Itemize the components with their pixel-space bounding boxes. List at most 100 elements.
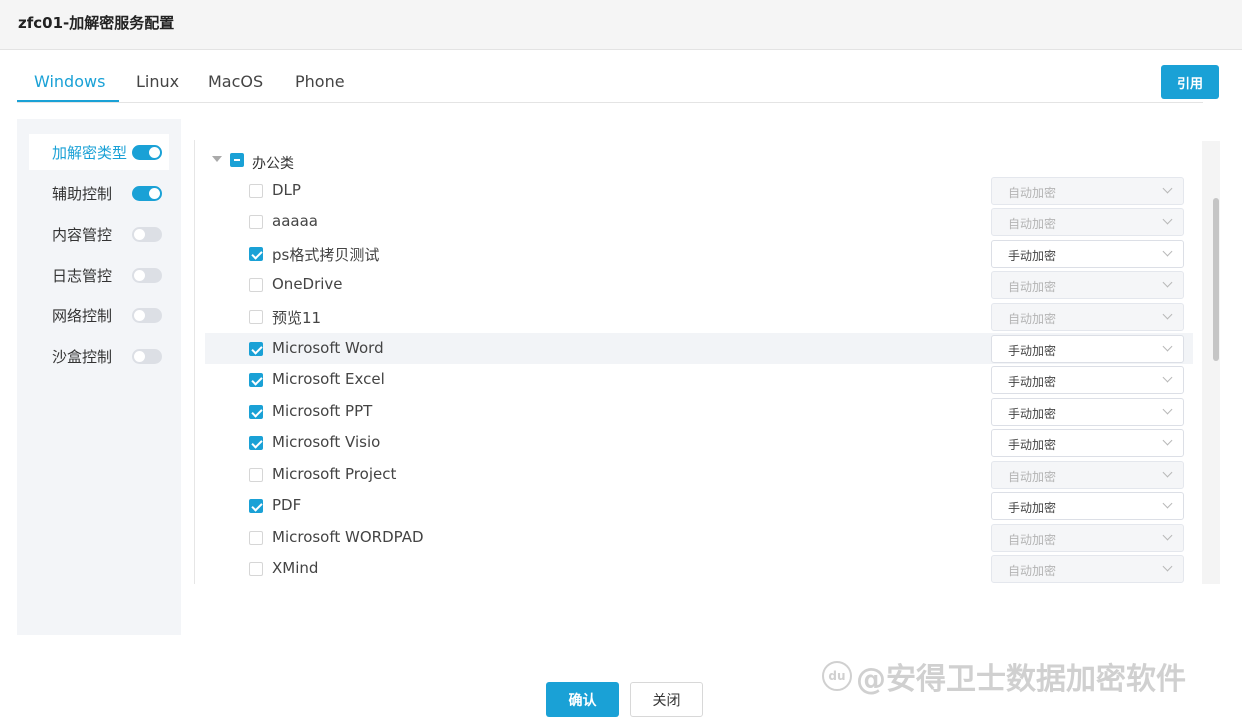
sidebar-item[interactable]: 内容管控 <box>29 216 169 252</box>
row-checkbox[interactable] <box>249 215 263 229</box>
row-label: Microsoft PPT <box>272 402 373 420</box>
encrypt-mode-select[interactable]: 自动加密 <box>991 271 1184 299</box>
tree-row[interactable]: Microsoft Visio 手动加密 <box>205 427 1193 458</box>
row-checkbox[interactable] <box>249 373 263 387</box>
dialog-header: zfc01-加解密服务配置 <box>0 0 1242 50</box>
row-label: PDF <box>272 496 302 514</box>
row-label: XMind <box>272 559 319 577</box>
tab-macos[interactable]: MacOS <box>208 72 263 91</box>
tree-row[interactable]: ps格式拷贝测试 手动加密 <box>205 238 1193 269</box>
sidebar-item[interactable]: 辅助控制 <box>29 175 169 211</box>
row-checkbox[interactable] <box>249 247 263 261</box>
close-button[interactable]: 关闭 <box>630 682 703 717</box>
tree-group-row[interactable]: 办公类 <box>205 147 1193 173</box>
row-checkbox[interactable] <box>249 310 263 324</box>
encrypt-mode-select[interactable]: 手动加密 <box>991 240 1184 268</box>
caret-down-icon[interactable] <box>212 156 222 162</box>
tree-row[interactable]: OneDrive 自动加密 <box>205 269 1193 300</box>
sidebar-item[interactable]: 加解密类型 <box>29 134 169 170</box>
sidebar-toggle[interactable] <box>132 226 162 242</box>
sidebar-toggle[interactable] <box>132 185 162 201</box>
tree-row[interactable]: aaaaa 自动加密 <box>205 206 1193 237</box>
row-checkbox[interactable] <box>249 278 263 292</box>
toggle-knob <box>149 146 160 158</box>
encrypt-mode-select[interactable]: 自动加密 <box>991 461 1184 489</box>
encrypt-mode-select[interactable]: 手动加密 <box>991 335 1184 363</box>
tab-linux[interactable]: Linux <box>136 72 179 91</box>
active-tab-indicator <box>17 100 119 102</box>
chevron-down-icon <box>1162 530 1173 541</box>
encrypt-mode-value: 自动加密 <box>1008 312 1057 326</box>
chevron-down-icon <box>1162 309 1173 320</box>
row-label: DLP <box>272 181 301 199</box>
chevron-down-icon <box>1162 498 1173 509</box>
sidebar-toggle[interactable] <box>132 348 162 364</box>
encrypt-mode-value: 手动加密 <box>1008 375 1057 389</box>
tree-group-label: 办公类 <box>252 156 294 172</box>
row-checkbox[interactable] <box>249 468 263 482</box>
group-checkbox[interactable] <box>230 153 244 167</box>
encrypt-mode-select[interactable]: 手动加密 <box>991 429 1184 457</box>
encrypt-mode-value: 手动加密 <box>1008 344 1057 358</box>
row-checkbox[interactable] <box>249 405 263 419</box>
row-checkbox[interactable] <box>249 499 263 513</box>
row-label: 预览11 <box>272 309 322 327</box>
chevron-down-icon <box>1162 467 1173 478</box>
row-label: Microsoft Project <box>272 465 397 483</box>
row-checkbox[interactable] <box>249 531 263 545</box>
sidebar-item-label: 内容管控 <box>52 225 113 244</box>
chevron-down-icon <box>1162 561 1173 572</box>
encrypt-mode-select[interactable]: 自动加密 <box>991 303 1184 331</box>
tree-row[interactable]: Microsoft Excel 手动加密 <box>205 364 1193 395</box>
encrypt-mode-value: 自动加密 <box>1008 217 1057 231</box>
scrollbar-thumb[interactable] <box>1213 198 1219 361</box>
sidebar-item[interactable]: 网络控制 <box>29 297 169 333</box>
sidebar-item[interactable]: 沙盒控制 <box>29 338 169 374</box>
sidebar-item-label: 日志管控 <box>52 266 113 285</box>
encrypt-mode-select[interactable]: 自动加密 <box>991 555 1184 583</box>
toggle-knob <box>134 309 145 321</box>
chevron-down-icon <box>1162 372 1173 383</box>
sidebar-toggle[interactable] <box>132 267 162 283</box>
chevron-down-icon <box>1162 214 1173 225</box>
chevron-down-icon <box>1162 435 1173 446</box>
sidebar-toggle[interactable] <box>132 307 162 323</box>
confirm-button[interactable]: 确认 <box>546 682 619 717</box>
row-label: ps格式拷贝测试 <box>272 246 380 264</box>
row-checkbox[interactable] <box>249 184 263 198</box>
sidebar-item-label: 加解密类型 <box>52 143 128 162</box>
row-checkbox[interactable] <box>249 436 263 450</box>
encrypt-mode-select[interactable]: 自动加密 <box>991 524 1184 552</box>
tree-row[interactable]: Microsoft WORDPAD 自动加密 <box>205 522 1193 553</box>
row-label: aaaaa <box>272 212 318 230</box>
tab-windows[interactable]: Windows <box>34 72 105 91</box>
encrypt-mode-select[interactable]: 手动加密 <box>991 492 1184 520</box>
cite-button[interactable]: 引用 <box>1161 65 1219 99</box>
encrypt-mode-value: 手动加密 <box>1008 249 1057 263</box>
divider <box>194 140 195 584</box>
tree-row[interactable]: PDF 手动加密 <box>205 490 1193 521</box>
tab-phone[interactable]: Phone <box>295 72 345 91</box>
encrypt-mode-select[interactable]: 自动加密 <box>991 177 1184 205</box>
tree-row[interactable]: Microsoft Word 手动加密 <box>205 333 1193 364</box>
tree-row[interactable]: DLP 自动加密 <box>205 175 1193 206</box>
row-checkbox[interactable] <box>249 562 263 576</box>
chevron-down-icon <box>1162 277 1173 288</box>
row-label: Microsoft WORDPAD <box>272 528 424 546</box>
tree-row[interactable]: XMind 自动加密 <box>205 553 1193 584</box>
tree-row[interactable]: Microsoft PPT 手动加密 <box>205 396 1193 427</box>
encrypt-mode-select[interactable]: 自动加密 <box>991 208 1184 236</box>
tree-row[interactable]: 预览11 自动加密 <box>205 301 1193 332</box>
encrypt-mode-value: 自动加密 <box>1008 280 1057 294</box>
encrypt-mode-select[interactable]: 手动加密 <box>991 398 1184 426</box>
sidebar-item[interactable]: 日志管控 <box>29 257 169 293</box>
encrypt-mode-value: 自动加密 <box>1008 470 1057 484</box>
row-label: Microsoft Excel <box>272 370 385 388</box>
row-checkbox[interactable] <box>249 342 263 356</box>
chevron-down-icon <box>1162 404 1173 415</box>
tree-row[interactable]: Microsoft Project 自动加密 <box>205 459 1193 490</box>
toggle-knob <box>134 228 145 240</box>
encrypt-mode-value: 手动加密 <box>1008 407 1057 421</box>
sidebar-toggle[interactable] <box>132 144 162 160</box>
encrypt-mode-select[interactable]: 手动加密 <box>991 366 1184 394</box>
